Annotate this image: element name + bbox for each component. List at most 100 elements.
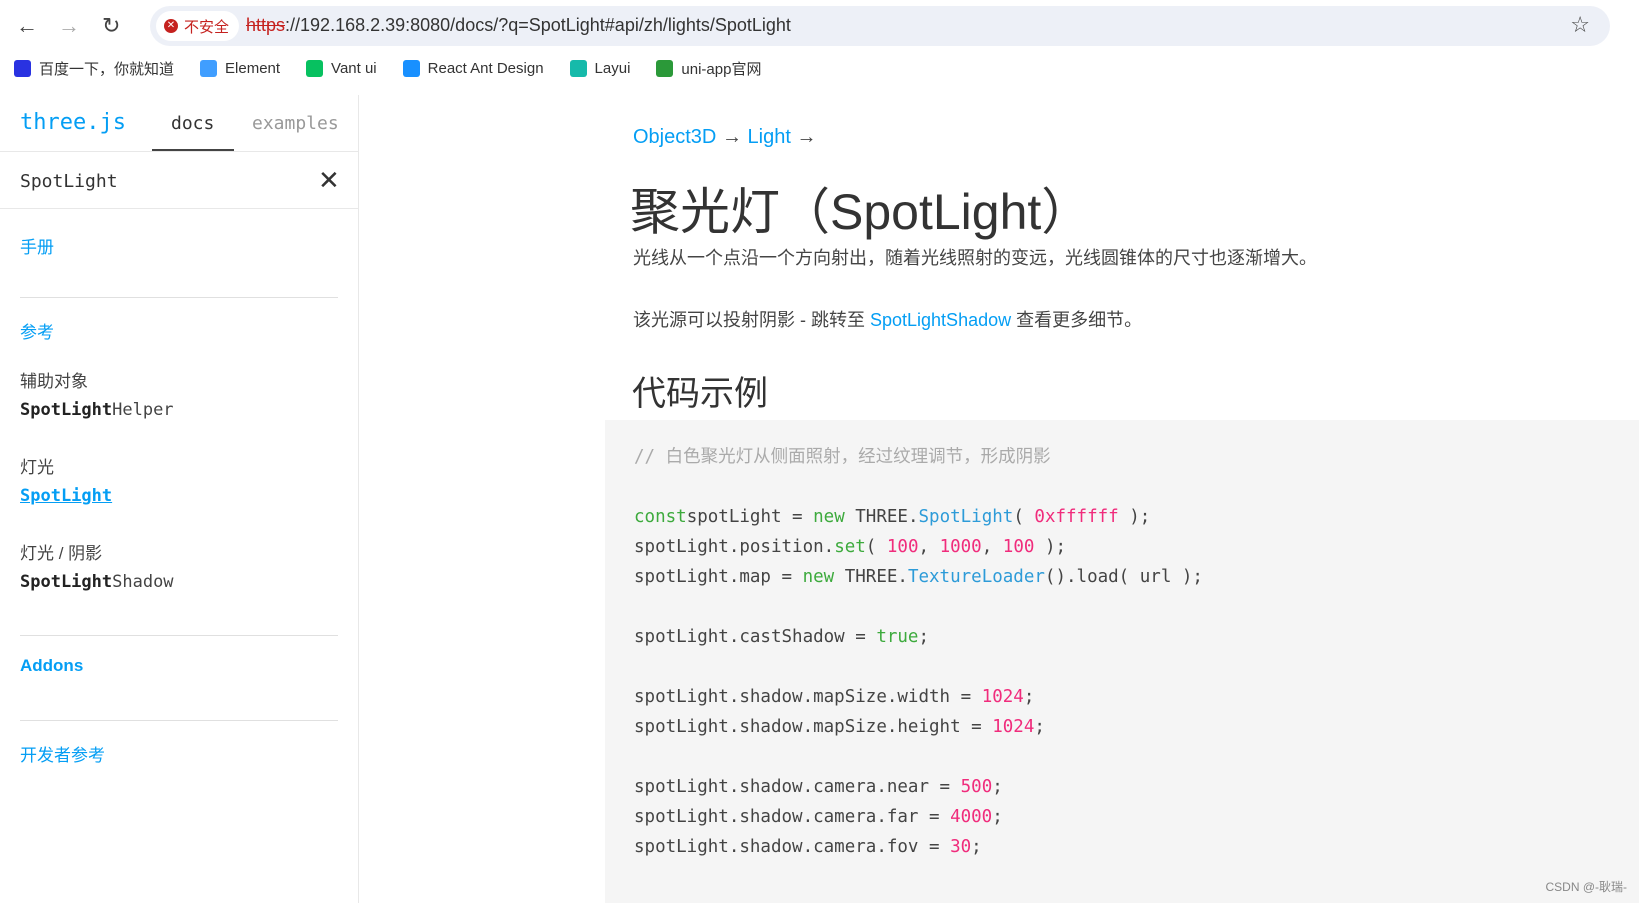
code-token: 500 <box>960 777 993 797</box>
code-token: 1024 <box>992 717 1035 737</box>
bookmark-favicon-icon <box>200 60 218 77</box>
address-bar[interactable]: ✕ 不安全 https://192.168.2.39:8080/docs/?q=S… <box>150 6 1610 46</box>
section-addons[interactable]: Addons <box>20 656 83 676</box>
code-line: spotLight.shadow.camera.fov = 30; <box>634 832 1639 862</box>
page-title: 聚光灯（SpotLight） <box>630 184 1092 240</box>
breadcrumb: Object3D → Light → <box>633 126 816 149</box>
code-token: // 白色聚光灯从侧面照射，经过纹理调节，形成阴影 <box>634 447 1051 467</box>
code-line: constspotLight = new THREE.SpotLight( 0x… <box>634 502 1639 532</box>
bookmark-item[interactable]: Layui <box>569 58 631 79</box>
code-line: // 白色聚光灯从侧面照射，经过纹理调节，形成阴影 <box>634 442 1639 472</box>
bookmark-item[interactable]: Vant ui <box>306 58 377 79</box>
bookmark-item[interactable]: uni-app官网 <box>656 58 761 79</box>
bookmark-label: Element <box>225 60 281 77</box>
bookmark-label: 百度一下，你就知道 <box>39 61 175 78</box>
code-token: ( <box>865 537 887 557</box>
tab-examples[interactable]: examples <box>252 113 339 134</box>
shadow-note: 该光源可以投射阴影 - 跳转至 SpotLightShadow 查看更多细节。 <box>633 306 1142 332</box>
code-token: spotLight.shadow.mapSize.width = <box>634 687 982 707</box>
bookmark-item[interactable]: Element <box>200 58 280 79</box>
category-lights: 灯光 <box>20 458 54 477</box>
code-token: THREE. <box>844 507 919 527</box>
bookmark-label: React Ant Design <box>427 60 544 77</box>
bookmark-item[interactable]: React Ant Design <box>402 58 544 79</box>
bookmark-label: Layui <box>594 60 631 77</box>
code-token: spotLight.shadow.camera.fov = <box>634 837 951 857</box>
breadcrumb-light[interactable]: Light <box>748 126 791 148</box>
code-line: spotLight.position.set( 100, 1000, 100 )… <box>634 532 1639 562</box>
code-token: 100 <box>1002 537 1035 557</box>
code-line: spotLight.castShadow = true; <box>634 622 1639 652</box>
code-token: new <box>813 507 845 527</box>
bookmark-favicon-icon <box>656 60 674 77</box>
code-line: spotLight.map = new THREE.TextureLoader(… <box>634 562 1639 592</box>
code-token: 1000 <box>939 537 982 557</box>
item-spotlightshadow[interactable]: SpotLightShadow <box>20 572 174 592</box>
reload-icon[interactable]: ↻ <box>102 13 120 39</box>
bookmark-item[interactable]: 百度一下，你就知道 <box>14 58 174 79</box>
code-token: ; <box>992 807 1003 827</box>
code-token: ; <box>992 777 1003 797</box>
code-token: spotLight.shadow.mapSize.height = <box>634 717 993 737</box>
bookmark-star-icon[interactable]: ☆ <box>1570 12 1590 38</box>
code-heading: 代码示例 <box>632 375 768 413</box>
code-token: 1024 <box>981 687 1024 707</box>
section-dev-reference[interactable]: 开发者参考 <box>20 741 105 766</box>
bookmarks-bar: 百度一下，你就知道 Element Vant ui React Ant Design L… <box>14 58 761 79</box>
breadcrumb-object3d[interactable]: Object3D <box>633 126 716 148</box>
bookmark-favicon-icon <box>569 60 587 77</box>
category-helpers: 辅助对象 <box>20 372 88 391</box>
section-reference[interactable]: 参考 <box>20 318 54 343</box>
tab-docs[interactable]: docs <box>171 113 214 134</box>
code-token: ; <box>971 837 982 857</box>
security-chip[interactable]: ✕ 不安全 <box>156 11 240 41</box>
code-token: spotLight.position. <box>634 537 835 557</box>
match: SpotLight <box>20 400 113 420</box>
bookmark-favicon-icon <box>14 60 31 77</box>
rest: Shadow <box>112 572 174 592</box>
rest: Helper <box>112 400 174 420</box>
arrow: → <box>721 126 742 148</box>
code-token: new <box>802 567 835 587</box>
code-token: ); <box>1118 507 1151 527</box>
back-icon[interactable]: ← <box>16 13 38 39</box>
code-token: ; <box>1023 687 1035 707</box>
watermark: CSDN @-耿瑞- <box>1545 880 1627 894</box>
code-token: set <box>834 537 866 557</box>
code-line: spotLight.shadow.mapSize.width = 1024; <box>634 682 1639 712</box>
code-line: spotLight.shadow.camera.near = 500; <box>634 772 1639 802</box>
code-token: spotLight.castShadow = <box>634 627 877 647</box>
sidebar: three.js docs examples SpotLight ✕ 手册 参考… <box>0 95 359 903</box>
logo[interactable]: three.js <box>20 110 126 135</box>
forward-icon[interactable]: → <box>58 13 80 39</box>
code-token: 0xffffff <box>1034 507 1119 527</box>
code-token: SpotLight <box>918 507 1014 527</box>
code-token: true <box>876 627 919 647</box>
divider <box>0 208 358 209</box>
code-token: const <box>634 507 687 527</box>
section-manual[interactable]: 手册 <box>20 233 54 258</box>
divider <box>20 720 338 721</box>
text: 该光源可以投射阴影 - 跳转至 <box>633 310 870 330</box>
code-token: spotLight.shadow.camera.far = <box>634 807 951 827</box>
arrow: → <box>796 126 817 148</box>
warning-icon: ✕ <box>164 19 178 33</box>
code-token: 4000 <box>950 807 993 827</box>
url-text[interactable]: https://192.168.2.39:8080/docs/?q=SpotLi… <box>246 15 791 36</box>
code-token: , <box>981 537 1003 557</box>
item-spotlight[interactable]: SpotLight <box>20 486 112 506</box>
code-line: spotLight.shadow.camera.far = 4000; <box>634 802 1639 832</box>
code-token: ().load( url ); <box>1044 567 1203 587</box>
code-token: ; <box>918 627 930 647</box>
close-icon[interactable]: ✕ <box>318 165 340 196</box>
search-input[interactable]: SpotLight <box>20 171 118 192</box>
spotlightshadow-link[interactable]: SpotLightShadow <box>870 310 1011 330</box>
code-token: spotLight.map = <box>634 567 803 587</box>
item-spotlighthelper[interactable]: SpotLightHelper <box>20 400 174 420</box>
url-rest: ://192.168.2.39:8080/docs/?q=SpotLight#a… <box>285 15 791 35</box>
description: 光线从一个点沿一个方向射出，随着光线照射的变远，光线圆锥体的尺寸也逐渐增大。 <box>633 248 1317 268</box>
text: 查看更多细节。 <box>1011 310 1143 330</box>
